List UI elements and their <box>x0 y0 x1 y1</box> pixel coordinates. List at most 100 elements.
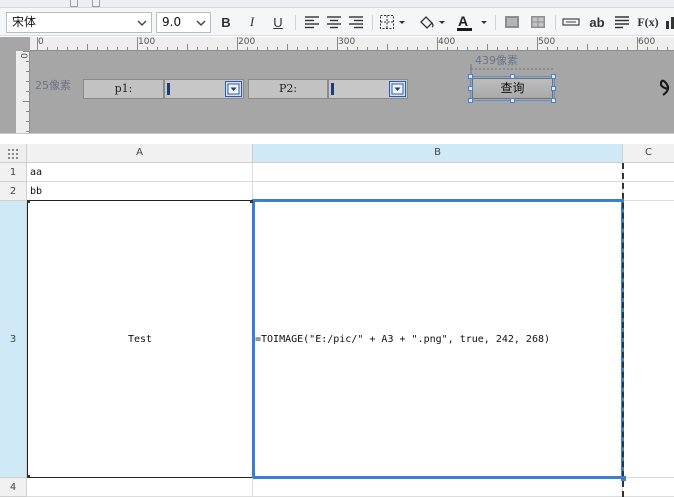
formula-button[interactable]: F(x) <box>636 12 660 32</box>
ruler-mark: 200 <box>238 37 256 47</box>
ruler-tick <box>537 37 538 50</box>
cell-a4[interactable] <box>27 478 253 497</box>
horizontal-ruler: 0 100 200 300 400 500 600 <box>30 37 674 51</box>
text-tool-icon: ab <box>589 14 605 30</box>
column-header-c[interactable]: C <box>623 144 674 163</box>
ruler-tick <box>567 47 568 50</box>
cell-a1[interactable]: aa <box>27 163 253 182</box>
param-input-p2[interactable] <box>328 79 408 99</box>
wrap-icon <box>615 16 629 29</box>
underline-button[interactable]: U <box>268 12 288 32</box>
ruler-tick <box>517 47 518 50</box>
resize-handle[interactable] <box>468 98 473 103</box>
cell-b4[interactable] <box>253 478 623 497</box>
pane-divider[interactable] <box>0 133 674 144</box>
fill-handle[interactable] <box>621 476 626 481</box>
fill-color-button[interactable] <box>416 12 448 32</box>
param-input-p1[interactable] <box>164 79 244 99</box>
ruler-tick <box>657 47 658 50</box>
textbox-button[interactable] <box>560 12 582 32</box>
column-header-b[interactable]: B <box>253 144 623 163</box>
ruler-tick <box>147 47 148 50</box>
resize-handle[interactable] <box>468 74 473 79</box>
font-color-button[interactable]: A <box>454 12 490 32</box>
cell-c1[interactable] <box>623 163 674 182</box>
align-right-button[interactable] <box>346 12 366 32</box>
ruler-tick <box>667 47 668 50</box>
ruler-tick <box>187 44 188 50</box>
border-button[interactable] <box>378 12 408 32</box>
dropdown-button[interactable] <box>225 81 242 97</box>
ruler-tick <box>337 37 338 50</box>
chart-button[interactable] <box>662 12 674 32</box>
query-button[interactable]: 查询 <box>472 78 553 99</box>
ruler-tick <box>587 44 588 50</box>
ruler-tick <box>26 131 29 132</box>
ruler-tick <box>617 47 618 50</box>
cell-b3[interactable]: =TOIMAGE("E:/pic/" + A3 + ".png", true, … <box>252 199 624 479</box>
cell-corner-mark <box>27 200 30 203</box>
align-center-button[interactable] <box>324 12 344 32</box>
resize-handle[interactable] <box>551 74 556 79</box>
row-header-3[interactable]: 3 <box>0 201 27 478</box>
chevron-down-icon[interactable] <box>133 13 151 32</box>
ruler-tick <box>117 47 118 50</box>
ruler-tick <box>77 47 78 50</box>
ruler-tick <box>357 47 358 50</box>
ruler-tick <box>237 37 238 50</box>
select-all-corner[interactable] <box>0 144 27 163</box>
merge-cells-button[interactable] <box>502 12 522 32</box>
italic-button[interactable]: I <box>242 12 262 32</box>
ruler-mark: 300 <box>338 37 356 47</box>
ruler-tick <box>417 47 418 50</box>
split-icon <box>531 16 545 28</box>
font-size-select[interactable]: 9.0 <box>156 12 211 33</box>
tab-strip <box>0 0 674 8</box>
ruler-tick <box>277 47 278 50</box>
ruler-tick <box>507 47 508 50</box>
bold-button[interactable]: B <box>216 12 236 32</box>
cell-a3[interactable]: Test <box>27 200 253 478</box>
cell-c2[interactable] <box>623 182 674 201</box>
ruler-tick <box>137 37 138 50</box>
cell-a2[interactable]: bb <box>27 182 253 201</box>
column-header-a[interactable]: A <box>27 144 253 163</box>
border-icon <box>380 15 405 29</box>
font-family-value: 宋体 <box>12 15 37 29</box>
ruler-tick <box>26 111 29 112</box>
row-header-4[interactable]: 4 <box>0 478 27 497</box>
wrap-text-button[interactable] <box>612 12 632 32</box>
font-color-icon: A <box>457 13 487 31</box>
row-header-1[interactable]: 1 <box>0 163 27 182</box>
ruler-tick <box>37 37 38 50</box>
text-tool-button[interactable]: ab <box>586 12 608 32</box>
tab-edge[interactable] <box>70 0 78 7</box>
chevron-down-icon[interactable] <box>192 13 210 32</box>
align-left-button[interactable] <box>302 12 322 32</box>
resize-handle[interactable] <box>510 74 515 79</box>
ruler-tick <box>327 47 328 50</box>
ruler-tick <box>547 47 548 50</box>
ruler-tick <box>527 47 528 50</box>
ruler-tick <box>577 47 578 50</box>
italic-icon: I <box>249 14 255 29</box>
resize-handle[interactable] <box>551 98 556 103</box>
font-family-select[interactable]: 宋体 <box>6 12 152 33</box>
cursor-glyph-icon <box>660 79 670 96</box>
ruler-tick <box>297 47 298 50</box>
ruler-tick <box>177 47 178 50</box>
cell-b1[interactable] <box>253 163 623 182</box>
dropdown-button[interactable] <box>389 81 406 97</box>
resize-handle[interactable] <box>551 86 556 91</box>
tab-edge[interactable] <box>92 0 100 7</box>
toolbar-divider <box>555 15 556 30</box>
row-header-2[interactable]: 2 <box>0 182 27 201</box>
ruler-tick <box>97 47 98 50</box>
resize-handle[interactable] <box>510 98 515 103</box>
text-caret <box>331 83 334 95</box>
resize-handle[interactable] <box>468 86 473 91</box>
ruler-mark: 0 <box>38 37 44 47</box>
cell-c3[interactable] <box>624 201 674 478</box>
cell-c4[interactable] <box>623 478 674 497</box>
split-cells-button[interactable] <box>528 12 548 32</box>
